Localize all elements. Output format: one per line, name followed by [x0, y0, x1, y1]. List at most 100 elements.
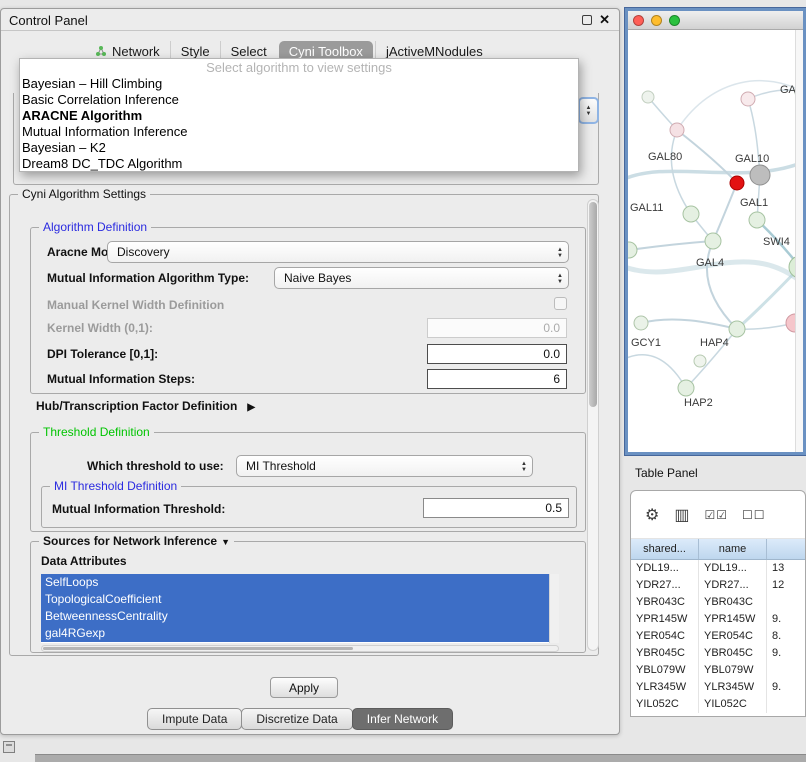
- table-cell: YBL079W: [699, 662, 767, 679]
- column-header-col2[interactable]: [767, 539, 805, 559]
- network-node[interactable]: [730, 176, 744, 190]
- settings-gear-icon[interactable]: ⚙: [645, 505, 660, 525]
- table-header: shared...name: [631, 539, 805, 560]
- list-scrollbar[interactable]: [549, 574, 559, 643]
- mi-steps-label: Mutual Information Steps:: [47, 372, 195, 386]
- network-node[interactable]: [683, 206, 699, 222]
- mi-threshold-group: MI Threshold Definition Mutual Informati…: [41, 486, 577, 528]
- network-node[interactable]: [750, 165, 770, 185]
- attribute-item-selfloops[interactable]: SelfLoops: [41, 574, 549, 591]
- table-cell: YIL052C: [631, 696, 699, 713]
- algorithm-option-bayesian-k2[interactable]: Bayesian – K2: [20, 140, 578, 156]
- table-panel-window: ⚙▥☑☑☐☐ shared...name YDL19...YDL19...13Y…: [630, 490, 806, 717]
- manual-kernel-checkbox[interactable]: [554, 297, 567, 310]
- float-window-icon[interactable]: [582, 15, 592, 25]
- network-scrollbar[interactable]: [795, 30, 803, 452]
- attribute-item-topologicalcoefficient[interactable]: TopologicalCoefficient: [41, 591, 549, 608]
- table-cell: YLR345W: [631, 679, 699, 696]
- mi-threshold-input[interactable]: 0.5: [423, 498, 569, 518]
- table-row[interactable]: YBR045CYBR045C9.: [631, 645, 805, 662]
- network-graph[interactable]: GALGAL80GAL10GAL11GAL1SWI4GAL4GCY1HAP4YH…: [628, 30, 803, 455]
- network-window-titlebar[interactable]: [628, 11, 803, 30]
- algorithm-option-mutual-information-inference[interactable]: Mutual Information Inference: [20, 124, 578, 140]
- tab-label: Cyni Toolbox: [289, 44, 363, 59]
- table-cell: YBL079W: [631, 662, 699, 679]
- node-label-gal4: GAL4: [696, 257, 724, 269]
- network-node[interactable]: [741, 92, 755, 106]
- hub-definition-toggle[interactable]: Hub/Transcription Factor Definition▶: [36, 399, 255, 413]
- attribute-item-gal4rgexp[interactable]: gal4RGexp: [41, 625, 549, 642]
- manual-kernel-label: Manual Kernel Width Definition: [47, 298, 224, 312]
- table-body: YDL19...YDL19...13YDR27...YDR27...12YBR0…: [631, 560, 805, 713]
- columns-icon[interactable]: ▥: [674, 505, 690, 525]
- algorithm-option-basic-correlation-inference[interactable]: Basic Correlation Inference: [20, 92, 578, 108]
- collapsed-arrow-icon: ▶: [247, 402, 255, 413]
- network-node[interactable]: [634, 316, 648, 330]
- zoom-traffic-light[interactable]: [669, 15, 680, 26]
- network-view-window: GALGAL80GAL10GAL11GAL1SWI4GAL4GCY1HAP4YH…: [625, 8, 806, 455]
- spinner-buttons[interactable]: ▲▼: [578, 97, 599, 124]
- select-all-icon[interactable]: ☑☑: [704, 508, 728, 522]
- table-row[interactable]: YPR145WYPR145W9.: [631, 611, 805, 628]
- node-label-swi4: SWI4: [763, 236, 790, 248]
- dpi-tolerance-input[interactable]: 0.0: [427, 344, 567, 364]
- algorithm-option-aracne-algorithm[interactable]: ARACNE Algorithm: [20, 108, 578, 124]
- algorithm-option-bayesian-hill-climbing[interactable]: Bayesian – Hill Climbing: [20, 76, 578, 92]
- network-node[interactable]: [749, 212, 765, 228]
- column-header-name[interactable]: name: [699, 539, 767, 559]
- list-hscrollbar[interactable]: [41, 645, 559, 652]
- aracne-mode-select[interactable]: Discovery ▲▼: [107, 241, 569, 263]
- panel-dock-icon[interactable]: [3, 741, 15, 753]
- table-row[interactable]: YDR27...YDR27...12: [631, 577, 805, 594]
- deselect-all-icon[interactable]: ☐☐: [742, 508, 766, 522]
- mi-steps-input[interactable]: 6: [427, 369, 567, 389]
- network-node[interactable]: [694, 355, 706, 367]
- network-node[interactable]: [628, 242, 637, 258]
- table-row[interactable]: YDL19...YDL19...13: [631, 560, 805, 577]
- tab-label: Style: [181, 44, 210, 59]
- hscroll-thumb[interactable]: [43, 647, 353, 650]
- network-node[interactable]: [678, 380, 694, 396]
- table-row[interactable]: YLR345WYLR345W9.: [631, 679, 805, 696]
- algorithm-option-dream8-dc-tdc-algorithm[interactable]: Dream8 DC_TDC Algorithm: [20, 156, 578, 172]
- apply-button[interactable]: Apply: [270, 677, 338, 698]
- settings-scrollbar[interactable]: [587, 199, 599, 651]
- network-node[interactable]: [705, 233, 721, 249]
- network-canvas[interactable]: GALGAL80GAL10GAL11GAL1SWI4GAL4GCY1HAP4YH…: [628, 30, 803, 452]
- kernel-width-input[interactable]: 0.0: [427, 318, 567, 338]
- network-node[interactable]: [670, 123, 684, 137]
- combo-arrows-icon: ▲▼: [557, 273, 563, 285]
- table-row[interactable]: YBR043CYBR043C: [631, 594, 805, 611]
- bottom-tab-infer-network[interactable]: Infer Network: [352, 708, 453, 730]
- mi-type-select[interactable]: Naive Bayes ▲▼: [274, 267, 569, 289]
- table-row[interactable]: YBL079WYBL079W: [631, 662, 805, 679]
- close-icon[interactable]: ✕: [599, 12, 610, 28]
- bottom-tab-discretize-data[interactable]: Discretize Data: [241, 708, 352, 730]
- sources-group: Sources for Network Inference▼ Data Attr…: [30, 541, 586, 653]
- minimize-traffic-light[interactable]: [651, 15, 662, 26]
- mi-threshold-group-title: MI Threshold Definition: [50, 479, 181, 493]
- which-threshold-select[interactable]: MI Threshold ▲▼: [236, 455, 533, 477]
- table-cell: YIL052C: [699, 696, 767, 713]
- control-panel-titlebar[interactable]: Control Panel ✕: [1, 9, 619, 31]
- bottom-tab-impute-data[interactable]: Impute Data: [147, 708, 242, 730]
- tab-label: jActiveMNodules: [386, 44, 483, 59]
- column-header-shared[interactable]: shared...: [631, 539, 699, 559]
- close-traffic-light[interactable]: [633, 15, 644, 26]
- attribute-item-betweennesscentrality[interactable]: BetweennessCentrality: [41, 608, 549, 625]
- table-cell: YER054C: [699, 628, 767, 645]
- network-node[interactable]: [642, 91, 654, 103]
- scrollbar-thumb[interactable]: [589, 202, 597, 407]
- tab-label: Select: [231, 44, 267, 59]
- node-label-gal10: GAL10: [735, 153, 769, 165]
- settings-group-title: Cyni Algorithm Settings: [18, 187, 150, 201]
- algorithm-dropdown-popup: Select algorithm to view settings Bayesi…: [19, 58, 579, 172]
- table-row[interactable]: YIL052CYIL052C: [631, 696, 805, 713]
- attribute-list[interactable]: SelfLoopsTopologicalCoefficientBetweenne…: [41, 574, 559, 643]
- mi-threshold-label: Mutual Information Threshold:: [52, 502, 225, 516]
- control-panel-window: Control Panel ✕ NetworkStyleSelectCyni T…: [0, 8, 620, 735]
- control-panel-title: Control Panel: [9, 13, 88, 28]
- table-row[interactable]: YER054CYER054C8.: [631, 628, 805, 645]
- sources-group-title[interactable]: Sources for Network Inference▼: [39, 534, 234, 548]
- network-node[interactable]: [729, 321, 745, 337]
